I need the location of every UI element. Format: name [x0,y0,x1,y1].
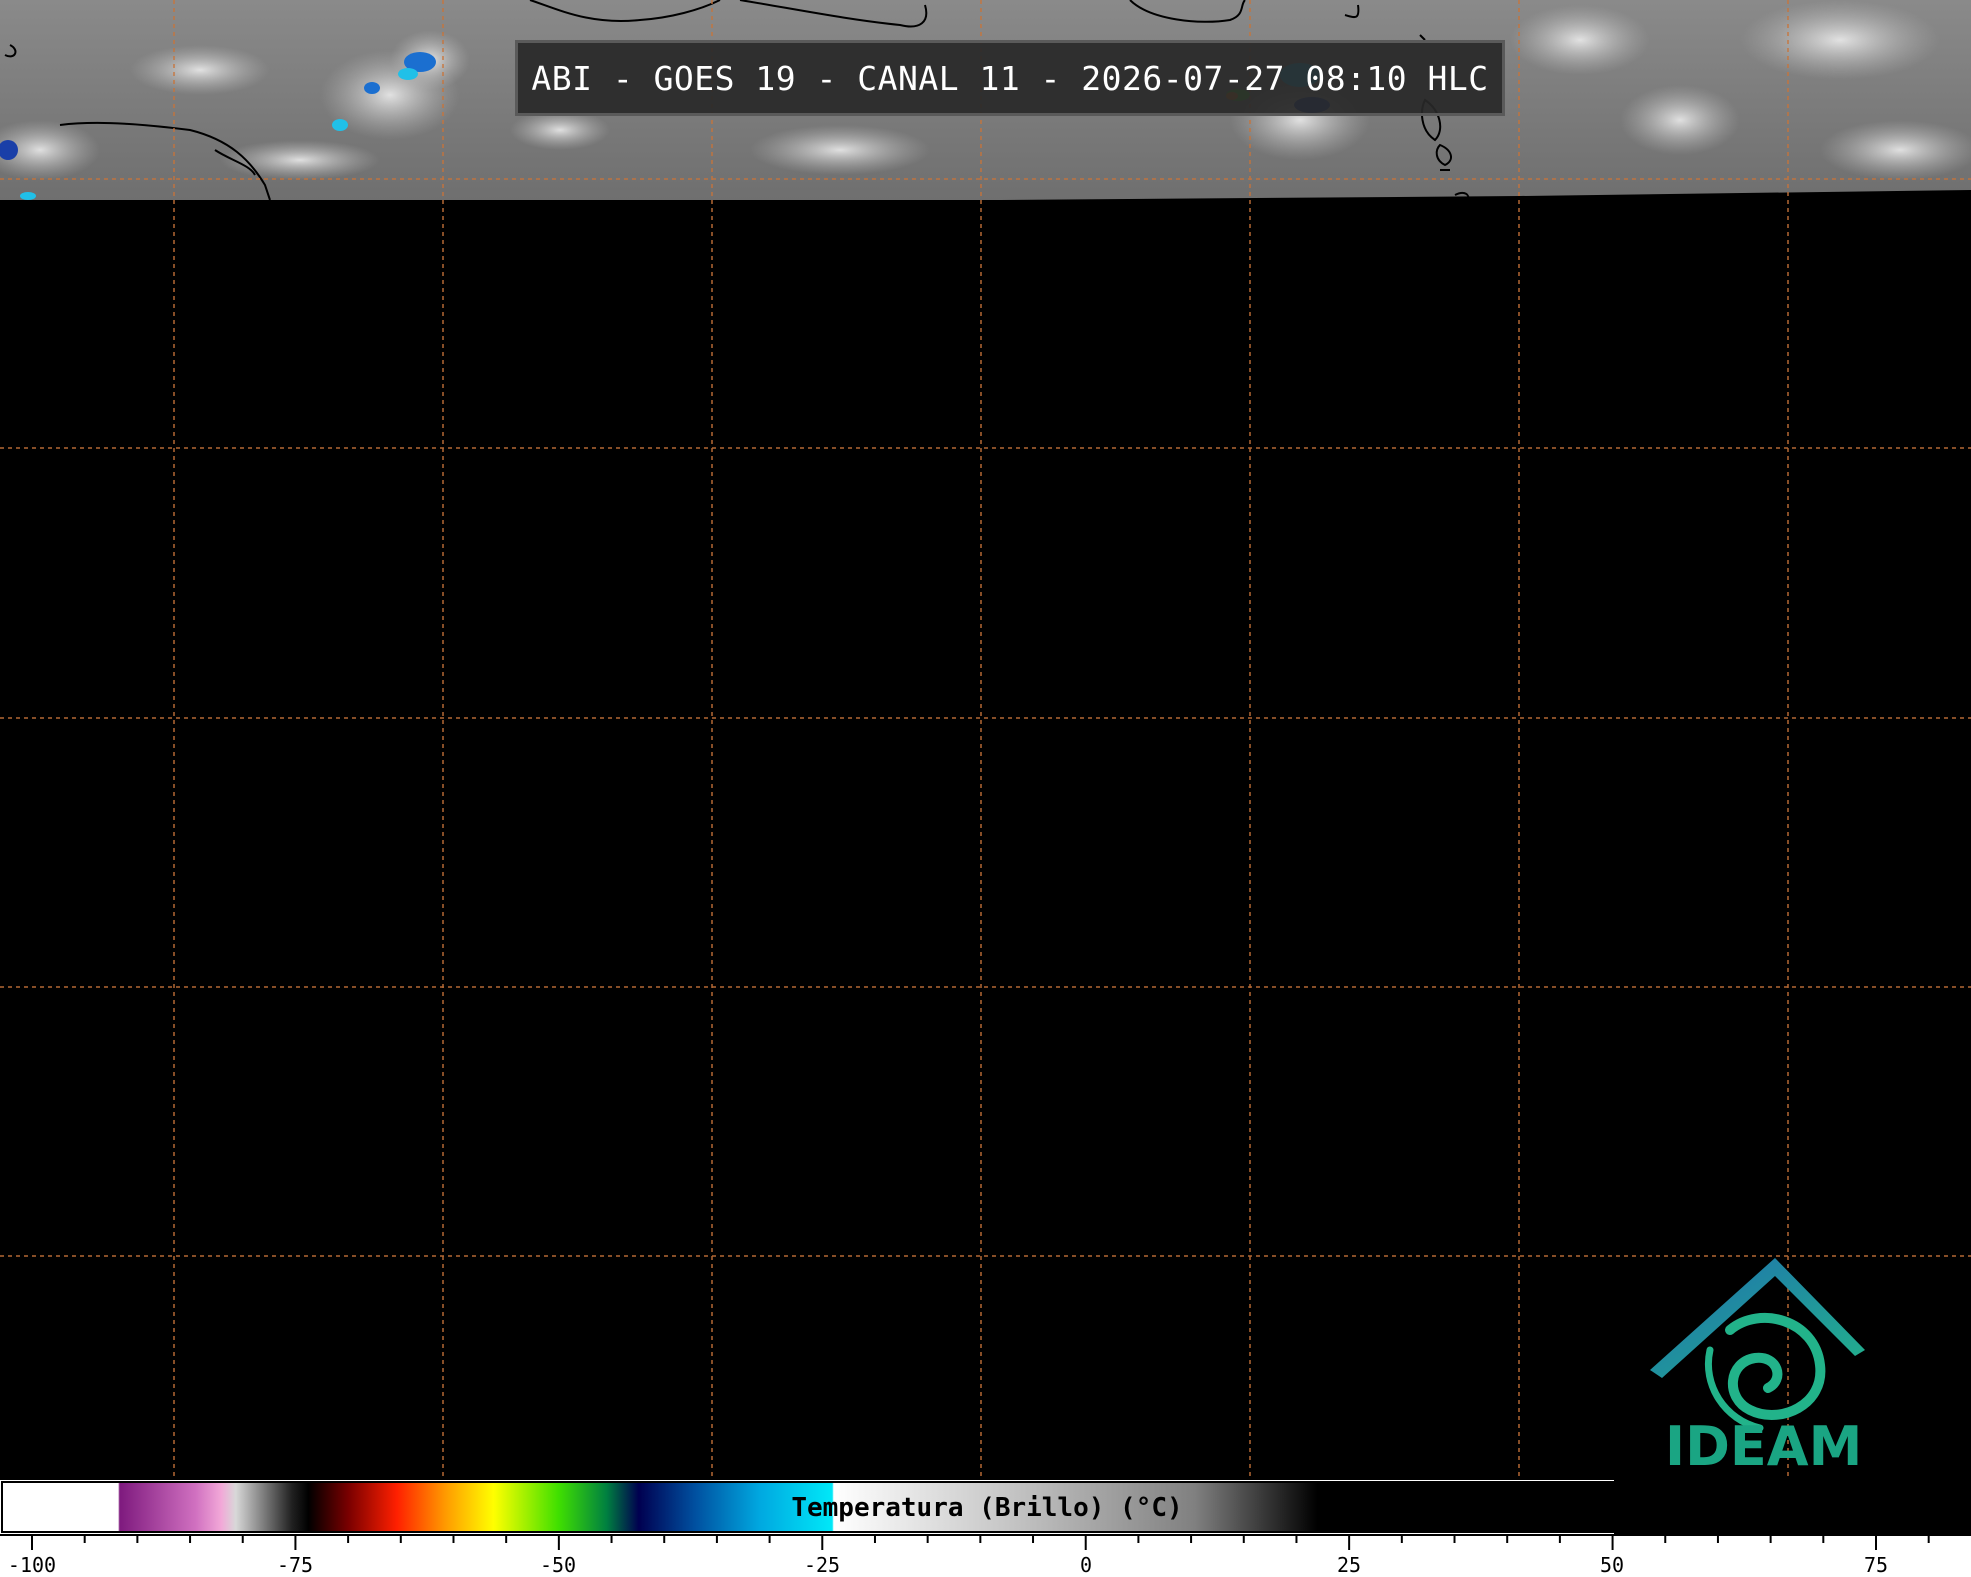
tick-label: 50 [1599,1553,1625,1577]
title-banner: ABI - GOES 19 - CANAL 11 - 2026-07-27 08… [515,40,1505,116]
tick-label: 25 [1336,1553,1362,1577]
tick-label: -50 [539,1553,577,1577]
image-title: ABI - GOES 19 - CANAL 11 - 2026-07-27 08… [531,58,1489,98]
colorbar-ticks [0,1534,1971,1550]
tick-label: -75 [276,1553,314,1577]
logo-swirl [1705,1312,1826,1432]
ideam-logo-text: IDEAM [1665,1415,1863,1478]
tick-label: -25 [803,1553,841,1577]
colorbar-label: Temperatura (Brillo) (°C) [791,1493,1183,1523]
tick-label: -100 [7,1553,57,1577]
tick-label: 75 [1863,1553,1889,1577]
tick-label: 0 [1079,1553,1093,1577]
